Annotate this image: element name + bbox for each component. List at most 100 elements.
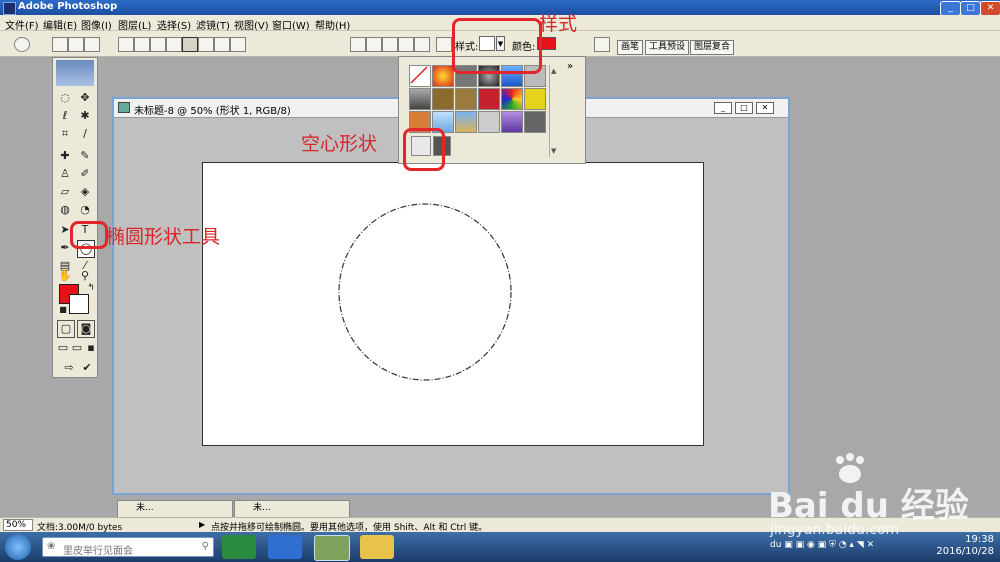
menu-help[interactable]: 帮助(H) [315,17,350,32]
photoshop-task-icon[interactable] [314,535,350,561]
standard-mode-icon[interactable]: ▢ [57,320,75,338]
menu-layer[interactable]: 图层(L) [118,17,151,32]
minimize-button[interactable]: _ [940,1,961,16]
toolbox: ◌ ✥ ℓ ✱ ⌗ ∕ ✚ ✎ ♙ ✐ ▱ ◈ ◍ ◔ ➤ T ✒ ◯ ▤ ⁄ … [52,57,98,378]
imageready-icon[interactable]: ✔ [79,360,95,376]
style-swatch-11[interactable] [501,88,523,110]
palette-well-icon[interactable] [594,37,610,52]
lasso-icon[interactable]: ℓ [57,108,73,124]
style-swatch-15[interactable] [455,111,477,133]
blur-icon[interactable]: ◍ [57,202,73,218]
watermark-url: jingyan.baidu.com [770,522,900,538]
exclude-mode-icon[interactable] [414,37,430,52]
annotation-style-box [452,18,542,74]
intersect-mode-icon[interactable] [398,37,414,52]
start-button[interactable] [5,534,31,560]
pen-icon[interactable] [118,37,134,52]
brush-icon[interactable]: ✎ [77,148,93,164]
style-swatch-7[interactable] [409,88,431,110]
picker-menu-icon[interactable]: » [567,61,573,72]
style-swatch-12[interactable] [524,88,546,110]
search-placeholder: 里皮举行见面会 [63,546,133,557]
eraser-icon[interactable]: ▱ [57,184,73,200]
close-button[interactable]: ✕ [980,1,1000,16]
doc-tab-1-label: 未... [136,503,154,513]
photoshop-icon [3,2,16,15]
style-swatch-10[interactable] [478,88,500,110]
doc-tab-2-label: 未... [253,503,271,513]
paths-button[interactable] [68,37,84,52]
tool-preset-icon[interactable] [14,37,30,52]
window-title: Adobe Photoshop [18,1,118,12]
menu-filter[interactable]: 滤镜(T) [196,17,230,32]
polygon-icon[interactable] [198,37,214,52]
menu-image[interactable]: 图像(I) [81,17,112,32]
link-icon[interactable] [436,37,452,52]
media-player-icon[interactable] [222,535,256,559]
doc-tab-2[interactable]: 未... [234,500,350,518]
palette-tab-tool-presets[interactable]: 工具预设 [645,40,690,55]
crop-icon[interactable]: ⌗ [57,126,73,142]
menu-window[interactable]: 窗口(W) [272,17,310,32]
ellipse-icon[interactable] [182,37,198,52]
clone-stamp-icon[interactable]: ♙ [57,166,73,182]
new-layer-mode-icon[interactable] [350,37,366,52]
hand-icon[interactable]: ✋ [57,268,73,284]
quick-mask-icon[interactable]: ◙ [77,320,95,338]
screen-mode-full-icon[interactable]: ▪ [83,340,99,356]
watermark-brand: Bai du 经验 [768,486,969,526]
status-arrow-icon[interactable]: ▶ [199,520,205,529]
line-icon[interactable] [214,37,230,52]
move-icon[interactable]: ✥ [77,90,93,106]
document-icon [118,102,130,113]
annotation-ellipse-tool: 椭圆形状工具 [106,226,221,248]
healing-brush-icon[interactable]: ✚ [57,148,73,164]
subtract-mode-icon[interactable] [382,37,398,52]
style-swatch-16[interactable] [478,111,500,133]
add-mode-icon[interactable] [366,37,382,52]
style-swatch-2[interactable] [432,65,454,87]
menu-select[interactable]: 选择(S) [157,17,191,32]
slice-icon[interactable]: ∕ [77,126,93,142]
doc-close-button[interactable]: ✕ [756,102,774,114]
style-swatch-9[interactable] [455,88,477,110]
menu-file[interactable]: 文件(F) [5,17,39,32]
canvas[interactable] [202,162,704,446]
shape-layers-button[interactable] [52,37,68,52]
annotation-style: 样式 [539,13,578,35]
magic-wand-icon[interactable]: ✱ [77,108,93,124]
style-swatch-18[interactable] [524,111,546,133]
baidu-icon[interactable] [268,535,302,559]
default-colors-icon[interactable]: ■ [55,302,71,318]
picker-scrollbar[interactable]: ▲ ▼ [549,65,557,157]
history-brush-icon[interactable]: ✐ [77,166,93,182]
maximize-button[interactable]: □ [960,1,981,16]
rectangle-icon[interactable] [150,37,166,52]
palette-tab-layer-comps[interactable]: 图层复合 [690,40,735,55]
style-none[interactable] [409,65,431,87]
fill-pixels-button[interactable] [84,37,100,52]
swap-colors-icon[interactable]: ↰ [83,280,99,296]
doc-tab-1[interactable]: 未... [117,500,233,518]
search-input[interactable]: ❀ 里皮举行见面会 ⚲ [42,537,214,557]
style-swatch-8[interactable] [432,88,454,110]
background-color[interactable] [69,294,89,314]
menu-edit[interactable]: 编辑(E) [43,17,77,32]
custom-shape-icon[interactable] [230,37,246,52]
menu-view[interactable]: 视图(V) [234,17,269,32]
folder-icon[interactable] [360,535,394,559]
jump-imageready-icon[interactable]: ⇨ [61,360,77,376]
annotation-hollow: 空心形状 [301,133,378,155]
rounded-rectangle-icon[interactable] [166,37,182,52]
marquee-icon[interactable]: ◌ [57,90,73,106]
zoom-field[interactable]: 50% [3,519,33,531]
paint-bucket-icon[interactable]: ◈ [77,184,93,200]
freeform-pen-icon[interactable] [134,37,150,52]
doc-maximize-button[interactable]: □ [735,102,753,114]
style-swatch-17[interactable] [501,111,523,133]
dodge-icon[interactable]: ◔ [77,202,93,218]
document-title: 未标题-8 @ 50% (形状 1, RGB/8) [134,106,291,117]
palette-tab-brushes[interactable]: 画笔 [617,40,644,55]
doc-minimize-button[interactable]: _ [714,102,732,114]
ellipse-path [338,203,512,381]
